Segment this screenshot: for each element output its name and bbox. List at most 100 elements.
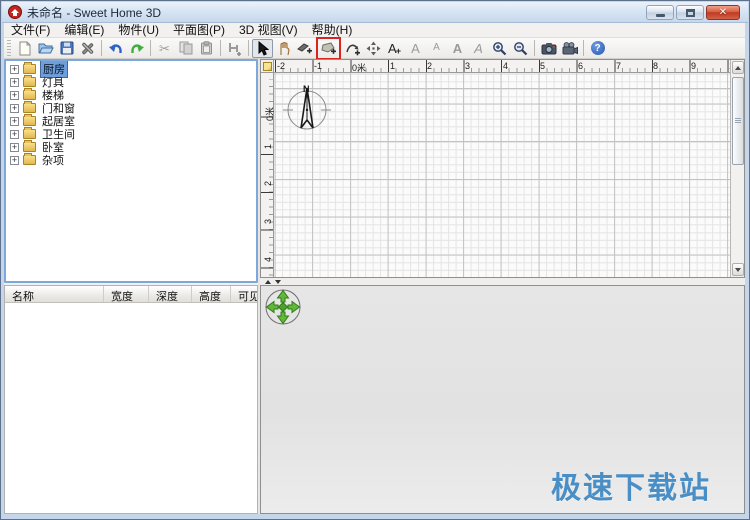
toolbar-separator — [101, 40, 102, 56]
open-button[interactable] — [35, 39, 56, 58]
create-rooms-button[interactable] — [318, 39, 339, 58]
maximize-icon — [686, 9, 695, 17]
menu-furniture[interactable]: 物件(U) — [111, 23, 166, 38]
scissors-icon: ✂ — [159, 42, 170, 55]
folder-icon — [23, 142, 36, 152]
undo-button[interactable] — [105, 39, 126, 58]
column-header-name[interactable]: 名称 — [5, 286, 104, 302]
collapse-down-icon[interactable] — [275, 280, 281, 284]
ruler-label: 6 — [578, 61, 583, 71]
ruler-label: 2 — [427, 61, 432, 71]
paste-button[interactable] — [196, 39, 217, 58]
catalog-category-miscellaneous[interactable]: + 杂项 — [10, 154, 256, 166]
add-furniture-button[interactable] — [224, 39, 245, 58]
increase-text-size-button[interactable]: A — [405, 39, 426, 58]
category-label: 杂项 — [40, 152, 66, 168]
select-mode-button[interactable] — [252, 39, 273, 58]
expand-toggle-icon[interactable]: + — [10, 65, 19, 74]
toolbar: ✂ — [4, 38, 745, 59]
toolbar-separator — [534, 40, 535, 56]
redo-button[interactable] — [126, 39, 147, 58]
expand-toggle-icon[interactable]: + — [10, 117, 19, 126]
right-column: -2 -1 0米 1 2 3 4 5 6 7 8 9 10 0米 1 — [260, 59, 745, 514]
plan-vertical-scrollbar[interactable] — [730, 60, 744, 277]
create-polylines-button[interactable] — [342, 39, 363, 58]
scroll-up-button[interactable] — [732, 61, 744, 74]
scroll-down-button[interactable] — [732, 263, 744, 276]
level-tab-icon[interactable] — [263, 62, 272, 71]
scrollbar-thumb[interactable] — [732, 77, 744, 165]
toolbar-grip[interactable] — [7, 40, 11, 56]
folder-icon — [23, 64, 36, 74]
zoom-in-button[interactable] — [489, 39, 510, 58]
plan-3d-splitter[interactable] — [260, 278, 745, 285]
folder-icon — [23, 116, 36, 126]
window-title: 未命名 - Sweet Home 3D — [27, 4, 161, 21]
decrease-text-size-button[interactable]: A — [426, 39, 447, 58]
expand-toggle-icon[interactable]: + — [10, 91, 19, 100]
folder-icon — [23, 129, 36, 139]
menu-help[interactable]: 帮助(H) — [305, 23, 360, 38]
collapse-up-icon[interactable] — [265, 280, 271, 284]
plan-view-panel[interactable]: -2 -1 0米 1 2 3 4 5 6 7 8 9 10 0米 1 — [260, 59, 745, 278]
ruler-corner — [261, 60, 274, 73]
menu-file[interactable]: 文件(F) — [4, 23, 57, 38]
expand-toggle-icon[interactable]: + — [10, 143, 19, 152]
column-header-visible[interactable]: 可见 — [231, 286, 257, 302]
menu-plan[interactable]: 平面图(P) — [166, 23, 232, 38]
expand-toggle-icon[interactable]: + — [10, 130, 19, 139]
close-button[interactable]: ✕ — [706, 5, 740, 20]
ruler-label: 1 — [390, 61, 395, 71]
menu-edit[interactable]: 编辑(E) — [57, 23, 111, 38]
title-bar[interactable]: 未命名 - Sweet Home 3D ✕ — [2, 2, 748, 23]
select-arrow-icon — [256, 41, 269, 56]
app-window: 未命名 - Sweet Home 3D ✕ 文件(F) 编辑(E) 物件(U) … — [0, 0, 750, 520]
workspace: + 厨房 + 灯具 + 楼梯 + 门和窗 — [4, 59, 745, 514]
toggle-italic-button[interactable]: A — [468, 39, 489, 58]
menu-3d-view[interactable]: 3D 视图(V) — [232, 23, 305, 38]
expand-toggle-icon[interactable]: + — [10, 156, 19, 165]
horizontal-ruler: -2 -1 0米 1 2 3 4 5 6 7 8 9 10 — [274, 60, 730, 73]
expand-toggle-icon[interactable]: + — [10, 78, 19, 87]
copy-button[interactable] — [175, 39, 196, 58]
ruler-label: 8 — [653, 61, 658, 71]
create-walls-button[interactable] — [294, 39, 315, 58]
minimize-button[interactable] — [646, 5, 674, 20]
new-document-icon — [18, 41, 32, 56]
column-header-width[interactable]: 宽度 — [104, 286, 149, 302]
folder-icon — [23, 103, 36, 113]
expand-toggle-icon[interactable]: + — [10, 104, 19, 113]
folder-icon — [23, 77, 36, 87]
zoom-in-icon — [492, 41, 507, 56]
copy-icon — [179, 41, 193, 55]
decrease-text-icon: A — [433, 43, 440, 53]
help-button[interactable]: ? — [587, 39, 608, 58]
open-folder-icon — [38, 41, 54, 55]
create-dimensions-button[interactable] — [363, 39, 384, 58]
maximize-button[interactable] — [676, 5, 704, 20]
furniture-list-panel[interactable]: 名称 宽度 深度 高度 可见 — [4, 285, 258, 514]
ruler-label: 5 — [540, 61, 545, 71]
plan-canvas[interactable] — [274, 73, 730, 277]
preferences-icon — [80, 41, 95, 56]
new-plan-button[interactable] — [14, 39, 35, 58]
column-header-height[interactable]: 高度 — [192, 286, 231, 302]
folder-icon — [23, 90, 36, 100]
add-texts-button[interactable]: A+ — [384, 39, 405, 58]
toggle-bold-button[interactable]: A — [447, 39, 468, 58]
zoom-out-button[interactable] — [510, 39, 531, 58]
3d-navigation-control[interactable] — [263, 287, 303, 327]
create-photo-button[interactable] — [538, 39, 559, 58]
ruler-label: 4 — [503, 61, 508, 71]
ruler-label: 2 — [263, 181, 273, 186]
preferences-button[interactable] — [77, 39, 98, 58]
toolbar-separator — [583, 40, 584, 56]
furniture-catalog-panel[interactable]: + 厨房 + 灯具 + 楼梯 + 门和窗 — [4, 59, 258, 283]
pan-mode-button[interactable] — [273, 39, 294, 58]
italic-icon: A — [474, 42, 483, 55]
column-header-depth[interactable]: 深度 — [149, 286, 192, 302]
cut-button[interactable]: ✂ — [154, 39, 175, 58]
save-button[interactable] — [56, 39, 77, 58]
create-dimensions-icon — [366, 41, 381, 56]
create-video-button[interactable] — [559, 39, 580, 58]
